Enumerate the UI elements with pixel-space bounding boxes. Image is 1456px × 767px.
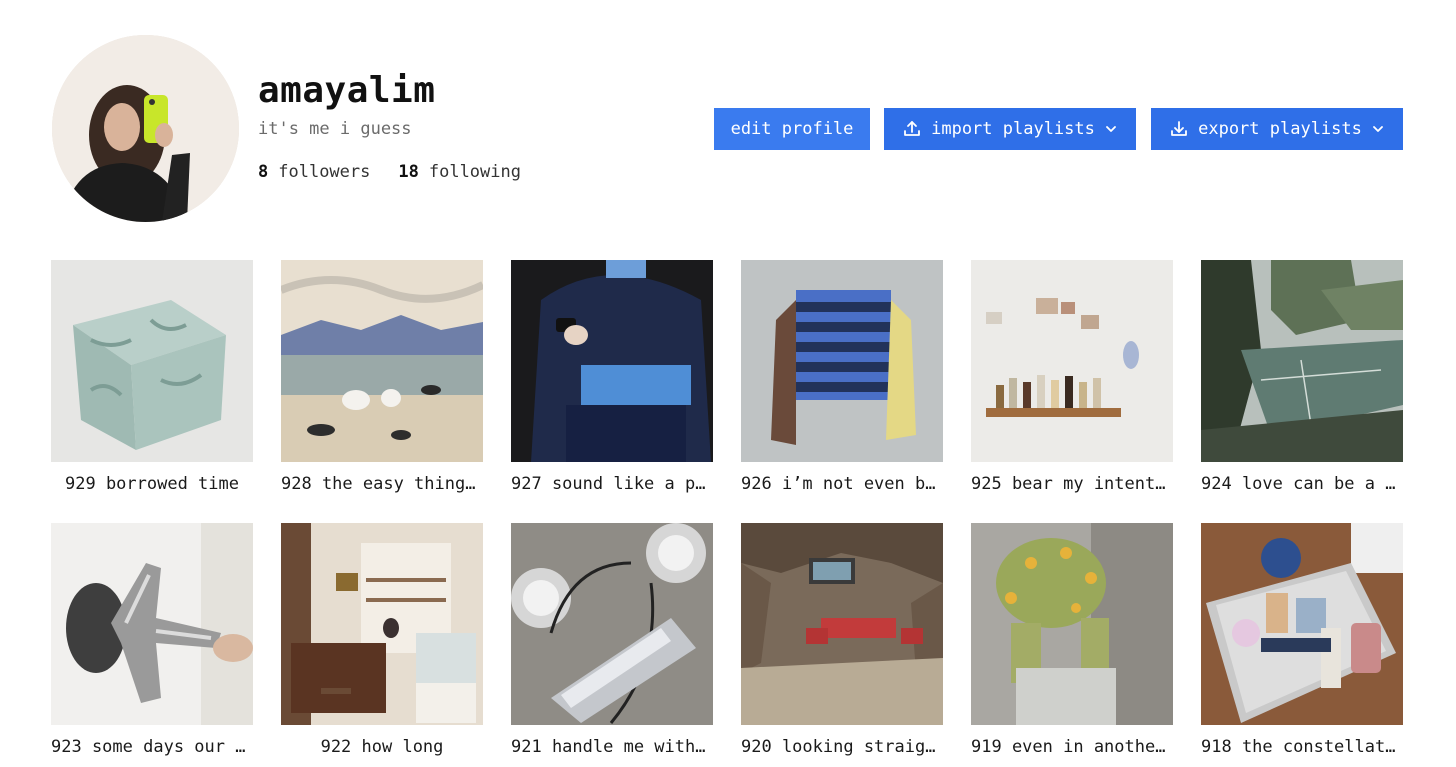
playlist-card[interactable]: 926 i’m not even bi… [741,260,943,494]
following-count: 18 [398,162,419,182]
playlist-cover-chrome-hook[interactable] [51,523,253,725]
playlist-card[interactable]: 924 love can be a l… [1201,260,1403,494]
followers-count: 8 [258,162,269,182]
playlist-title[interactable]: 918 the constellati… [1201,737,1403,757]
playlist-cover-perfume-shelf[interactable] [971,260,1173,462]
playlist-cover-cliff-court[interactable] [1201,260,1403,462]
playlist-card[interactable]: 919 even in another… [971,523,1173,757]
playlist-title[interactable]: 920 looking straigh… [741,737,943,757]
export-playlists-button[interactable]: export playlists [1151,108,1403,150]
playlist-title[interactable]: 919 even in another… [971,737,1173,757]
playlist-title[interactable]: 921 handle me with … [511,737,713,757]
playlist-card[interactable]: 923 some days our f… [51,523,253,757]
playlist-title[interactable]: 923 some days our f… [51,737,253,757]
playlist-card[interactable]: 920 looking straigh… [741,523,943,757]
export-playlists-label: export playlists [1198,119,1362,139]
playlist-title[interactable]: 925 bear my intenti… [971,474,1173,494]
playlist-title[interactable]: 929 borrowed time [51,474,253,494]
playlist-cover-cafe-interior[interactable] [281,523,483,725]
playlist-title[interactable]: 928 the easy things… [281,474,483,494]
playlist-title[interactable]: 922 how long [281,737,483,757]
chevron-down-icon [1105,123,1117,135]
chevron-down-icon [1372,123,1384,135]
playlist-cover-toiletry-tray[interactable] [1201,523,1403,725]
playlist-title[interactable]: 924 love can be a l… [1201,474,1403,494]
import-playlists-button[interactable]: import playlists [884,108,1136,150]
playlist-card[interactable]: 921 handle me with … [511,523,713,757]
download-icon [1170,120,1188,138]
playlist-cover-cd-player[interactable] [511,523,713,725]
playlist-card[interactable]: 925 bear my intenti… [971,260,1173,494]
username: amayalim [258,70,436,111]
playlist-card[interactable]: 927 sound like a pi… [511,260,713,494]
playlist-card[interactable]: 922 how long [281,523,483,757]
profile-stats: 8 followers 18 following [258,162,521,182]
playlist-title[interactable]: 927 sound like a pi… [511,474,713,494]
playlist-cover-cave-living-room[interactable] [741,523,943,725]
playlist-cover-yellow-flowers[interactable] [971,523,1173,725]
upload-icon [903,120,921,138]
profile-page: amayalim it's me i guess 8 followers 18 fo… [0,0,1456,767]
edit-profile-button[interactable]: edit profile [714,108,870,150]
playlist-cover-striped-sweater[interactable] [741,260,943,462]
followers-link[interactable]: 8 followers [258,162,370,182]
playlist-card[interactable]: 928 the easy things… [281,260,483,494]
following-label: following [428,162,521,182]
playlist-cover-beach-painting[interactable] [281,260,483,462]
import-playlists-label: import playlists [931,119,1095,139]
followers-label: followers [278,162,371,182]
playlist-card[interactable]: 918 the constellati… [1201,523,1403,757]
playlist-card[interactable]: 929 borrowed time [51,260,253,494]
profile-bio: it's me i guess [258,119,412,139]
playlist-title[interactable]: 926 i’m not even bi… [741,474,943,494]
playlist-cover-navy-sweater[interactable] [511,260,713,462]
avatar[interactable] [52,35,239,222]
playlist-cover-glass-cube[interactable] [51,260,253,462]
edit-profile-label: edit profile [730,119,854,139]
following-link[interactable]: 18 following [398,162,521,182]
